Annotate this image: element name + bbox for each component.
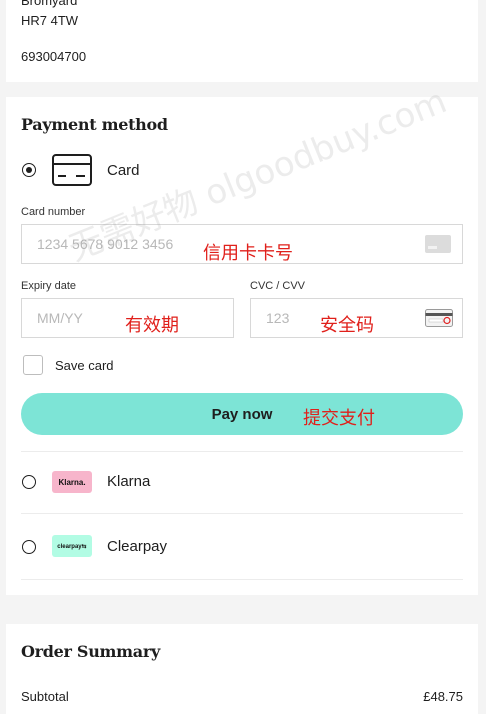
- divider: [21, 451, 463, 452]
- card-number-label: Card number: [21, 206, 86, 218]
- klarna-radio[interactable]: [22, 475, 36, 489]
- save-card-checkbox[interactable]: [23, 355, 43, 375]
- shipping-address-panel: Bromyard HR7 4TW 693004700: [6, 0, 478, 82]
- subtotal-value: £48.75: [423, 689, 463, 704]
- klarna-logo-icon: Klarna.: [52, 471, 92, 493]
- pay-now-annotation: 提交支付: [303, 408, 375, 429]
- cvc-label: CVC / CVV: [250, 280, 306, 292]
- payment-method-title: Payment method: [21, 115, 168, 134]
- card-radio[interactable]: [22, 163, 36, 177]
- cvc-annotation: 安全码: [320, 315, 374, 336]
- credit-card-icon: [52, 154, 92, 191]
- clearpay-logo-icon: clearpay⇆: [52, 535, 92, 557]
- divider: [21, 579, 463, 580]
- card-number-annotation: 信用卡卡号: [203, 243, 293, 264]
- card-placeholder-icon: [425, 235, 451, 258]
- order-summary-title: Order Summary: [21, 642, 160, 661]
- order-summary-panel: Order Summary Subtotal £48.75: [6, 624, 478, 714]
- payment-method-panel: Payment method Card Card number 信用卡卡号 Ex…: [6, 97, 478, 595]
- divider: [21, 513, 463, 514]
- expiry-date-label: Expiry date: [21, 280, 77, 292]
- cvc-card-icon: [425, 309, 453, 332]
- expiry-date-annotation: 有效期: [125, 315, 179, 336]
- clearpay-option-label: Clearpay: [107, 538, 168, 555]
- card-option-label: Card: [107, 162, 140, 179]
- address-city: Bromyard: [21, 0, 78, 8]
- pay-now-button[interactable]: Pay now: [21, 393, 463, 435]
- clearpay-radio[interactable]: [22, 540, 36, 554]
- address-postcode: HR7 4TW: [21, 13, 79, 28]
- klarna-option-label: Klarna: [107, 473, 151, 490]
- address-phone: 693004700: [21, 49, 87, 64]
- save-card-label: Save card: [55, 358, 114, 373]
- subtotal-label: Subtotal: [21, 689, 69, 704]
